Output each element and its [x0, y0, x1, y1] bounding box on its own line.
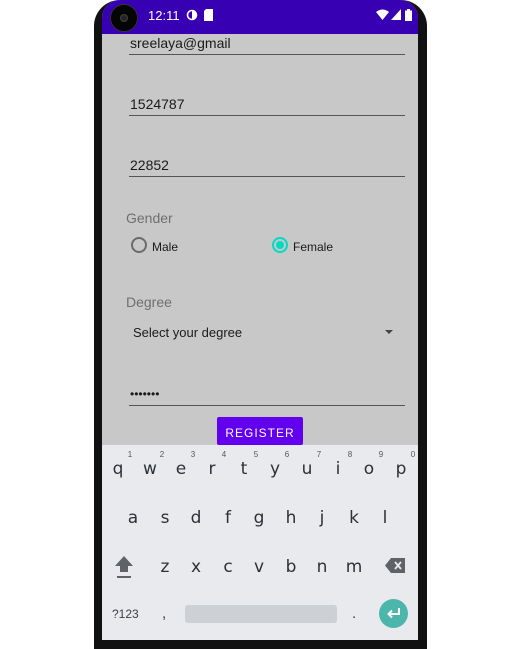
degree-label: Degree — [126, 294, 172, 310]
phone-field[interactable]: 1524787 — [129, 85, 405, 116]
pincode-field[interactable]: 22852 — [129, 146, 405, 177]
key-o[interactable]: o — [355, 459, 383, 479]
male-radio[interactable] — [131, 237, 147, 253]
key-hint-8: 8 — [347, 450, 353, 459]
key-v[interactable]: v — [245, 557, 273, 577]
sim-card-icon — [204, 9, 213, 21]
phone-value: 1524787 — [130, 96, 185, 112]
key-hint-5: 5 — [253, 450, 259, 459]
key-g[interactable]: g — [245, 508, 273, 528]
email-value: sreelaya@gmail — [130, 35, 231, 51]
key-a[interactable]: a — [119, 508, 147, 528]
key-f[interactable]: f — [214, 508, 242, 528]
symbols-key[interactable]: ?123 — [112, 607, 139, 621]
key-i[interactable]: i — [324, 459, 352, 479]
key-hint-4: 4 — [221, 450, 227, 459]
password-field[interactable]: ••••••• — [129, 375, 405, 406]
space-bar[interactable] — [185, 605, 337, 623]
key-j[interactable]: j — [308, 508, 336, 528]
period-key[interactable]: . — [352, 605, 356, 622]
key-hint-2: 2 — [159, 450, 165, 459]
status-time: 12:11 — [148, 8, 180, 23]
key-s[interactable]: s — [151, 508, 179, 528]
key-c[interactable]: c — [214, 557, 242, 577]
enter-icon — [387, 608, 400, 619]
key-hint-0: 0 — [410, 450, 416, 459]
key-k[interactable]: k — [340, 508, 368, 528]
key-n[interactable]: n — [308, 557, 336, 577]
register-button[interactable]: REGISTER — [217, 417, 303, 445]
key-y[interactable]: y — [261, 459, 289, 479]
key-l[interactable]: l — [371, 508, 399, 528]
dropdown-arrow-icon[interactable] — [385, 330, 393, 334]
key-z[interactable]: z — [151, 557, 179, 577]
soft-keyboard: q1w2e3r4t5y6u7i8o9p0 asdfghjkl zxcvbnm ?12… — [102, 445, 418, 640]
signal-icon — [391, 9, 401, 20]
battery-icon — [405, 9, 412, 21]
key-d[interactable]: d — [182, 508, 210, 528]
key-hint-3: 3 — [190, 450, 196, 459]
key-u[interactable]: u — [293, 459, 321, 479]
data-saver-icon — [186, 9, 198, 21]
key-hint-1: 1 — [127, 450, 133, 459]
key-t[interactable]: t — [230, 459, 258, 479]
app-screen: 12:11 sreelaya@gmail 1524787 22852 Gende… — [102, 0, 418, 640]
shift-icon[interactable] — [114, 555, 134, 579]
key-r[interactable]: r — [198, 459, 226, 479]
key-p[interactable]: p — [387, 459, 415, 479]
key-h[interactable]: h — [277, 508, 305, 528]
key-x[interactable]: x — [182, 557, 210, 577]
password-value: ••••••• — [130, 387, 160, 401]
degree-selected-value: Select your degree — [133, 325, 243, 340]
key-b[interactable]: b — [277, 557, 305, 577]
comma-key[interactable]: , — [162, 605, 166, 622]
key-hint-6: 6 — [284, 450, 290, 459]
key-hint-9: 9 — [378, 450, 384, 459]
enter-key[interactable] — [379, 599, 408, 628]
female-radio[interactable] — [272, 237, 288, 253]
male-label: Male — [152, 240, 179, 254]
key-w[interactable]: w — [136, 459, 164, 479]
backspace-icon[interactable] — [385, 558, 405, 573]
key-e[interactable]: e — [167, 459, 195, 479]
wifi-icon — [376, 9, 389, 20]
female-label: Female — [293, 240, 334, 254]
key-m[interactable]: m — [340, 557, 368, 577]
key-q[interactable]: q — [104, 459, 132, 479]
email-field[interactable]: sreelaya@gmail — [129, 24, 405, 55]
pincode-value: 22852 — [130, 157, 169, 173]
key-hint-7: 7 — [316, 450, 322, 459]
gender-label: Gender — [126, 210, 173, 226]
